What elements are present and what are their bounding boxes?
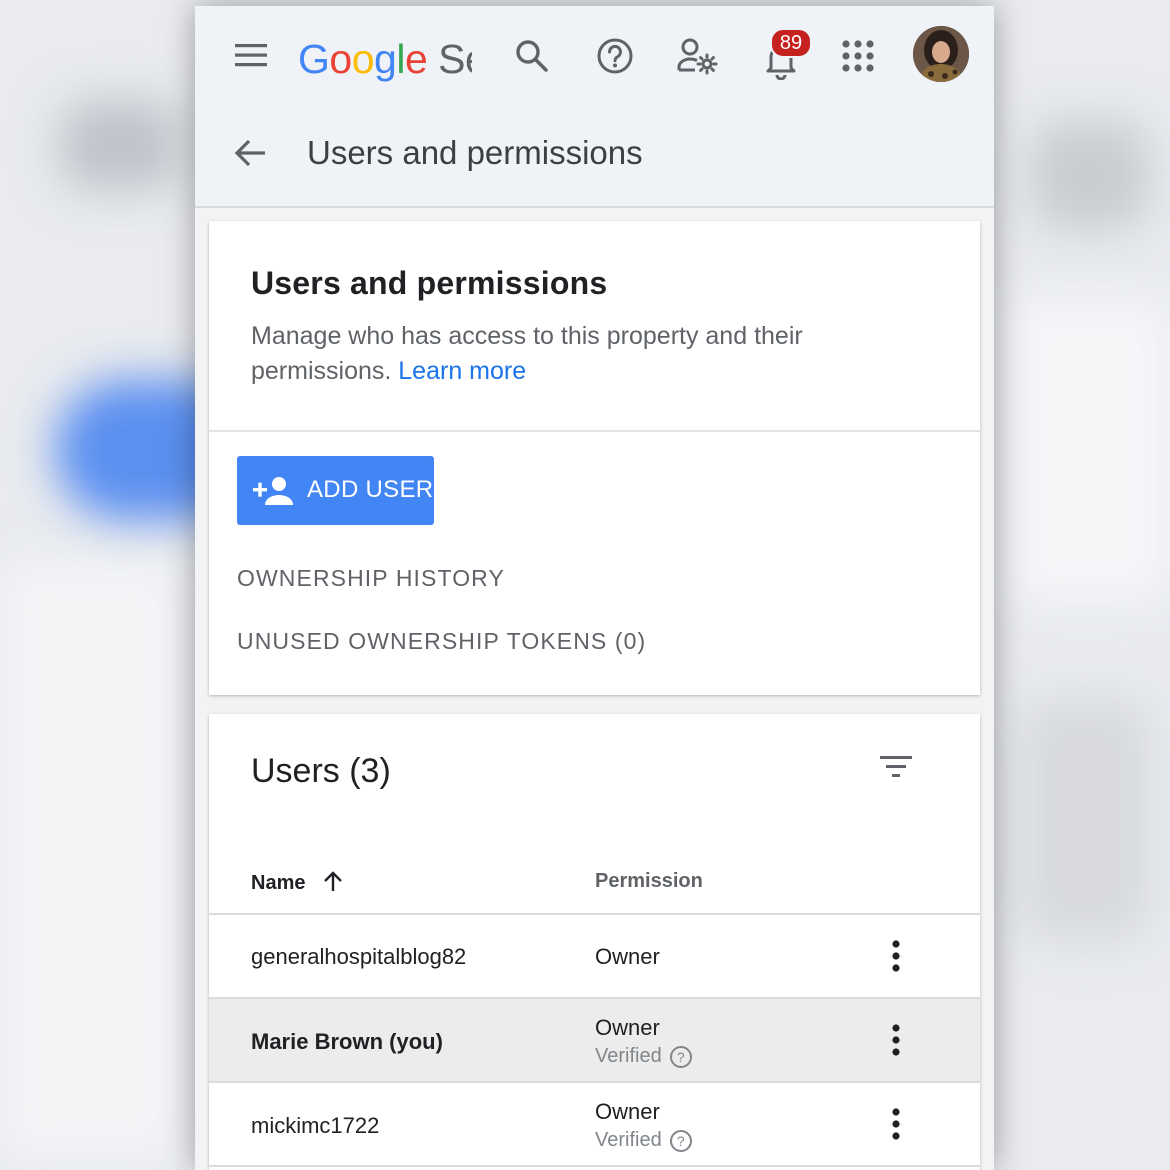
user-name: mickimc1722	[251, 1113, 380, 1138]
add-user-label: ADD USER	[307, 476, 434, 503]
user-permission: Owner	[595, 1015, 660, 1040]
users-count-title: Users (3)	[251, 752, 391, 790]
apps-grid-icon[interactable]	[841, 39, 875, 73]
app-screen: Google Se 89	[195, 6, 994, 1170]
name-column-header[interactable]: Name	[251, 870, 343, 895]
more-vert-icon[interactable]	[891, 1107, 901, 1141]
back-arrow-icon[interactable]	[233, 138, 267, 168]
user-name: Marie Brown (you)	[251, 1029, 443, 1054]
add-user-button[interactable]: ADD USER	[237, 456, 434, 525]
users-card: Users (3) Name Permission generalhospita…	[209, 714, 980, 1170]
filter-icon[interactable]	[879, 754, 913, 780]
verified-label: Verified	[595, 1129, 662, 1151]
user-permission: Owner	[595, 1099, 660, 1124]
help-circle-icon[interactable]: ?	[669, 1045, 692, 1068]
page-title: Users and permissions	[307, 134, 643, 171]
notification-count-badge: 89	[770, 28, 812, 58]
top-app-bar: Google Se 89	[195, 6, 994, 208]
table-row[interactable]: mickimc1722 Owner Verified?	[209, 1083, 980, 1165]
table-row[interactable]: generalhospitalblog82 Owner	[209, 915, 980, 997]
permissions-card: Users and permissions Manage who has acc…	[209, 221, 980, 695]
help-circle-icon[interactable]: ?	[669, 1129, 692, 1152]
sort-ascending-icon[interactable]	[323, 870, 343, 892]
unused-ownership-tokens-link[interactable]: UNUSED OWNERSHIP TOKENS (0)	[237, 628, 646, 655]
ownership-history-link[interactable]: OWNERSHIP HISTORY	[237, 565, 505, 592]
user-avatar[interactable]	[913, 26, 969, 82]
search-icon[interactable]	[514, 38, 550, 74]
more-vert-icon[interactable]	[891, 1023, 901, 1057]
person-add-icon	[253, 477, 293, 505]
row-divider	[209, 1165, 980, 1167]
permissions-card-title: Users and permissions	[251, 265, 608, 301]
description-text: Manage who has access to this property a…	[251, 322, 803, 385]
google-logo[interactable]: Google Se	[298, 36, 472, 83]
menu-icon[interactable]	[233, 40, 269, 70]
verified-status: Verified?	[595, 1129, 692, 1152]
avatar-photo	[913, 26, 969, 82]
user-name: generalhospitalblog82	[251, 944, 467, 969]
card-divider	[209, 430, 980, 432]
more-vert-icon[interactable]	[891, 939, 901, 973]
permissions-description: Manage who has access to this property a…	[251, 319, 891, 389]
verified-label: Verified	[595, 1045, 662, 1067]
name-column-label: Name	[251, 872, 306, 894]
user-permission: Owner	[595, 944, 660, 969]
account-settings-icon[interactable]	[676, 36, 720, 76]
table-row-selected[interactable]: Marie Brown (you) Owner Verified?	[209, 999, 980, 1081]
help-icon[interactable]	[595, 36, 635, 76]
permission-column-header: Permission	[595, 870, 703, 892]
learn-more-link[interactable]: Learn more	[398, 357, 526, 385]
verified-status: Verified?	[595, 1045, 692, 1068]
